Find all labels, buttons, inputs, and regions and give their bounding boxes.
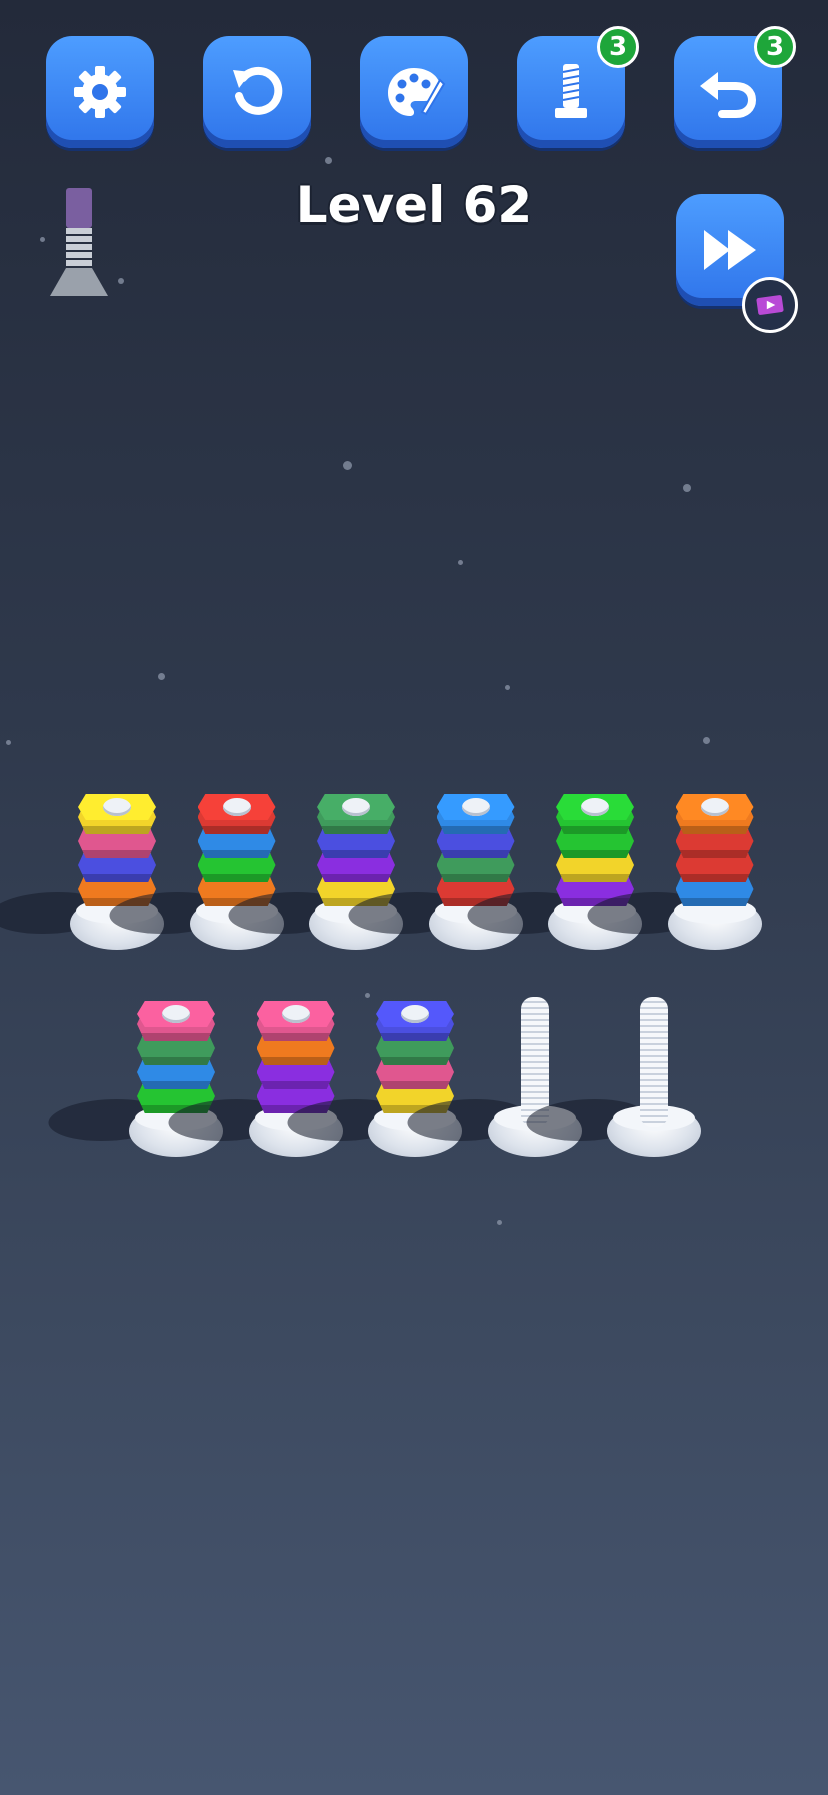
add-bolt-button[interactable]: 3 [517, 26, 639, 148]
bolt-cap [342, 798, 370, 816]
star [497, 1220, 502, 1225]
bolt-cap [401, 1005, 429, 1023]
bolt-count-badge: 3 [597, 26, 639, 68]
video-ad-badge [742, 277, 798, 333]
restart-button[interactable] [203, 36, 311, 148]
bolt-cap [281, 1005, 310, 1023]
gear-icon [74, 66, 126, 118]
star [458, 560, 463, 565]
bolt-pin[interactable] [519, 997, 701, 1167]
undo-button[interactable]: 3 [674, 26, 796, 148]
star [343, 461, 352, 470]
palette-icon [388, 68, 446, 116]
bolt-pin[interactable] [221, 790, 403, 960]
bolt-pin[interactable] [460, 790, 642, 960]
bolt-cap [581, 798, 609, 816]
star [158, 673, 165, 680]
star [325, 157, 332, 164]
bolt-pin[interactable] [280, 997, 462, 1167]
theme-button[interactable] [360, 36, 468, 148]
bolt-icon [555, 64, 587, 118]
undo-count-badge: 3 [754, 26, 796, 68]
bolt-pin[interactable] [579, 790, 762, 960]
bolt-pin[interactable] [160, 997, 343, 1167]
star [683, 484, 691, 492]
undo-icon [700, 72, 757, 118]
star [505, 685, 510, 690]
screw-indicator-icon [50, 188, 108, 296]
bolt-pin[interactable] [101, 790, 284, 960]
video-ad-icon [756, 295, 784, 315]
bolt-pin[interactable] [340, 790, 523, 960]
bolt-cap [461, 798, 490, 816]
bolt-pin[interactable] [399, 997, 582, 1167]
bolt-cap [700, 798, 729, 816]
restart-icon [233, 66, 283, 115]
fast-forward-icon [704, 230, 756, 270]
empty-bolt-rod [640, 997, 668, 1127]
bolt-cap [222, 798, 251, 816]
bolt-cap [103, 798, 131, 816]
bolt-pin[interactable] [0, 790, 164, 960]
bolt-pin[interactable] [41, 997, 223, 1167]
bolt-cap [162, 1005, 190, 1023]
star [40, 237, 45, 242]
star [6, 740, 11, 745]
star [118, 278, 124, 284]
star [703, 737, 710, 744]
settings-button[interactable] [46, 36, 154, 148]
